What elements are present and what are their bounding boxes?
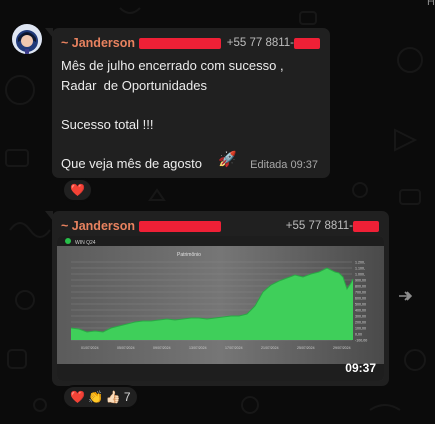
message-time: 09:37 (345, 361, 376, 375)
forward-icon-glyph (399, 291, 413, 301)
screen-y-tick: 400,00 (355, 309, 366, 313)
redaction-mark (139, 220, 221, 232)
svg-text:05/07/2024: 05/07/2024 (117, 346, 135, 350)
sender-name[interactable]: ~ Janderson (61, 219, 135, 233)
avatar-image (12, 24, 42, 54)
svg-text:09/07/2024: 09/07/2024 (153, 346, 171, 350)
screen-y-tick: -100,00 (355, 339, 367, 343)
screen-y-tick: 200,00 (355, 321, 366, 325)
screen-y-tick: 700,00 (355, 291, 366, 295)
svg-text:25/07/2024: 25/07/2024 (297, 346, 315, 350)
message-line (61, 95, 323, 115)
rocket-emoji: 🚀 (218, 151, 237, 168)
sender-name[interactable]: ~ Janderson (61, 36, 135, 50)
reactions-pill[interactable]: ❤️ 👏 👍🏻 7 (62, 385, 139, 409)
chart-photo[interactable]: WIN Q24 Patrimônio 1.200, 1.100, 1.000, 900… (57, 236, 384, 381)
sender-phone: +55 77 8811- (226, 37, 294, 49)
forward-icon[interactable] (398, 289, 416, 306)
redaction-mark (353, 220, 379, 232)
screen-y-tick: 1.000, (355, 273, 365, 277)
message-header: ~ Janderson +55 77 8811- (61, 217, 379, 235)
screen-y-tick: 500,00 (355, 303, 366, 307)
avatar[interactable] (12, 24, 42, 54)
bubble-tail (45, 211, 53, 221)
reaction-emoji: 👏 (87, 390, 103, 404)
screen-y-tick: 100,00 (355, 327, 366, 331)
screen-y-tick: 300,00 (355, 315, 366, 319)
screen-y-tick: 1.200, (355, 261, 365, 265)
message-line: Mês de julho encerrado com sucesso , (61, 58, 284, 73)
svg-text:13/07/2024: 13/07/2024 (189, 346, 207, 350)
screen-account: WIN Q24 (75, 240, 96, 246)
screen-y-tick: 600,00 (355, 297, 366, 301)
message-text: Mês de julho encerrado com sucesso , Rad… (61, 56, 323, 173)
app-icon (65, 238, 71, 244)
header-truncated-text: Ho (426, 0, 435, 8)
screen-y-tick: 900,00 (355, 279, 366, 283)
screen-y-tick: 0,00 (355, 333, 362, 337)
screen-y-tick: 1.100, (355, 267, 365, 271)
message-line: Sucesso total !!! (61, 116, 154, 132)
reaction-emoji: ❤️ (70, 183, 85, 197)
reaction-emoji: ❤️ (70, 390, 85, 404)
screen-y-tick: 800,00 (355, 285, 366, 289)
redaction-mark (139, 37, 221, 49)
reaction-emoji: 👍🏻 (105, 390, 121, 404)
message-bubble-image[interactable]: ~ Janderson +55 77 8811- WIN Q24 Patrimô… (45, 211, 389, 386)
svg-text:29/07/2024: 29/07/2024 (333, 346, 351, 350)
monitor-photo: WIN Q24 Patrimônio 1.200, 1.100, 1.000, 900… (57, 236, 384, 381)
message-meta: Editada 09:37 (250, 159, 318, 171)
svg-text:17/07/2024: 17/07/2024 (225, 346, 243, 350)
sender-phone: +55 77 8811- (285, 220, 353, 232)
screen-chart-title: Patrimônio (177, 252, 201, 258)
message-line (61, 134, 323, 154)
message-header: ~ Janderson +55 77 8811- (61, 34, 320, 52)
bubble-tail (45, 28, 53, 38)
message-bubble-text[interactable]: ~ Janderson +55 77 8811- Mês de julho en… (45, 28, 330, 178)
svg-text:01/07/2024: 01/07/2024 (81, 346, 99, 350)
reactions-pill[interactable]: ❤️ (62, 178, 93, 202)
message-line: Radar de Oportunidades (61, 77, 207, 93)
reaction-count: 7 (123, 390, 131, 404)
svg-text:21/07/2024: 21/07/2024 (261, 346, 279, 350)
redaction-mark (294, 37, 320, 49)
